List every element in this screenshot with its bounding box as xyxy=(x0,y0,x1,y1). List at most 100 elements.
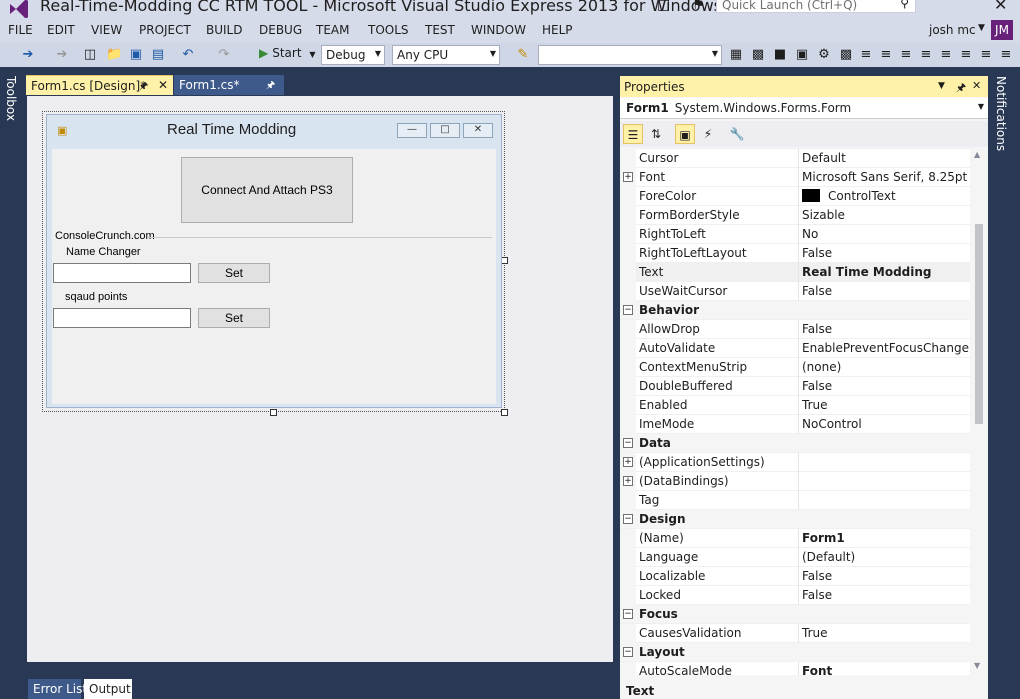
align-middle-icon[interactable]: ≡ xyxy=(938,47,954,62)
collapse-icon[interactable]: − xyxy=(623,609,633,619)
property-row-formborderstyle[interactable]: FormBorderStyle Sizable xyxy=(620,206,970,225)
collapse-icon[interactable]: − xyxy=(623,438,633,448)
property-row-autovalidate[interactable]: AutoValidate EnablePreventFocusChange xyxy=(620,339,970,358)
property-row-doublebuffered[interactable]: DoubleBuffered False xyxy=(620,377,970,396)
resize-handle-bottom[interactable] xyxy=(270,409,277,416)
form-window[interactable]: ▣ Real Time Modding — □ ✕ Connect And At… xyxy=(46,114,502,408)
property-row-name[interactable]: (Name) Form1 xyxy=(620,529,970,548)
tab-form1-code[interactable]: Form1.cs* 🖈 xyxy=(174,75,284,95)
categorized-icon[interactable]: ☰ xyxy=(623,124,643,144)
property-pages-icon[interactable]: 🔧 xyxy=(727,124,747,144)
overflow-icon[interactable]: ≡ xyxy=(998,47,1014,62)
property-row-causesvalidation[interactable]: CausesValidation True xyxy=(620,624,970,643)
property-value[interactable]: Microsoft Sans Serif, 8.25pt xyxy=(802,170,967,184)
menu-debug[interactable]: DEBUG xyxy=(259,23,302,37)
property-value[interactable]: (none) xyxy=(802,360,841,374)
name-set-button[interactable]: Set xyxy=(198,263,270,283)
align-center-icon[interactable]: ≡ xyxy=(878,47,894,62)
undo-icon[interactable]: ↶ xyxy=(180,47,196,62)
property-row-databindings[interactable]: + (DataBindings) xyxy=(620,472,970,491)
property-row-autoscalemode[interactable]: AutoScaleMode Font xyxy=(620,662,970,675)
close-window-icon[interactable]: ✕ xyxy=(994,0,1007,14)
property-value[interactable]: True xyxy=(802,398,828,412)
property-value[interactable]: False xyxy=(802,588,832,602)
menu-edit[interactable]: EDIT xyxy=(47,23,75,37)
layout-icon[interactable]: ▦ xyxy=(728,47,744,62)
tab-output[interactable]: Output xyxy=(84,679,132,699)
property-value[interactable]: No xyxy=(802,227,818,241)
menu-tools[interactable]: TOOLS xyxy=(368,23,409,37)
minimize-icon[interactable]: — xyxy=(397,123,427,138)
redo-icon[interactable]: ↷ xyxy=(216,47,232,62)
find-in-files-icon[interactable]: ✎ xyxy=(515,47,531,62)
scroll-up-icon[interactable]: ▲ xyxy=(974,150,980,159)
menu-project[interactable]: PROJECT xyxy=(139,23,191,37)
align-right-icon[interactable]: ≡ xyxy=(898,47,914,62)
property-value[interactable]: False xyxy=(802,322,832,336)
chevron-down-icon[interactable]: ▼ xyxy=(938,81,945,91)
quick-launch-input[interactable]: Quick Launch (Ctrl+Q) ⚲ xyxy=(716,0,916,13)
property-value[interactable]: False xyxy=(802,379,832,393)
toolbox-tab[interactable]: Toolbox xyxy=(4,76,18,121)
notifications-tab[interactable]: Notifications xyxy=(994,76,1008,151)
menu-team[interactable]: TEAM xyxy=(316,23,349,37)
scrollbar-thumb[interactable] xyxy=(975,224,983,424)
property-value[interactable]: (Default) xyxy=(802,550,855,564)
feedback-icon[interactable]: □ xyxy=(657,0,670,13)
alphabetical-icon[interactable]: ⇅ xyxy=(646,124,666,144)
property-row-imemode[interactable]: ImeMode NoControl xyxy=(620,415,970,434)
property-value[interactable]: Form1 xyxy=(802,531,845,545)
group-icon[interactable]: ▣ xyxy=(794,47,810,62)
property-row-font[interactable]: + Font Microsoft Sans Serif, 8.25pt xyxy=(620,168,970,187)
property-value[interactable]: False xyxy=(802,284,832,298)
property-row-enabled[interactable]: Enabled True xyxy=(620,396,970,415)
expand-icon[interactable]: + xyxy=(623,457,633,467)
property-row-tag[interactable]: Tag xyxy=(620,491,970,510)
size-icon[interactable]: ▩ xyxy=(838,47,854,62)
category-behavior[interactable]: − Behavior xyxy=(620,301,970,320)
align-bottom-icon[interactable]: ≡ xyxy=(958,47,974,62)
property-value[interactable]: NoControl xyxy=(802,417,862,431)
property-value[interactable]: False xyxy=(802,569,832,583)
property-value[interactable]: Default xyxy=(802,151,846,165)
expand-icon[interactable]: + xyxy=(623,476,633,486)
points-input[interactable] xyxy=(53,308,191,328)
tab-order-icon[interactable]: ▩ xyxy=(750,47,766,62)
chevron-down-icon[interactable]: ▼ xyxy=(978,23,985,33)
scroll-down-icon[interactable]: ▼ xyxy=(974,661,980,670)
property-row-righttoleftlayout[interactable]: RightToLeftLayout False xyxy=(620,244,970,263)
save-icon[interactable]: ▣ xyxy=(128,47,144,62)
collapse-icon[interactable]: − xyxy=(623,647,633,657)
user-name[interactable]: josh mc xyxy=(929,23,976,37)
property-row-localizable[interactable]: Localizable False xyxy=(620,567,970,586)
menu-view[interactable]: VIEW xyxy=(91,23,122,37)
settings-icon[interactable]: ⚙ xyxy=(816,47,832,62)
properties-icon[interactable]: ▣ xyxy=(675,124,695,144)
tab-form1-design[interactable]: Form1.cs [Design]* 🖈 ✕ xyxy=(26,75,173,95)
name-input[interactable] xyxy=(53,263,191,283)
resize-handle-right[interactable] xyxy=(501,257,508,264)
align-top-icon[interactable]: ≡ xyxy=(918,47,934,62)
collapse-icon[interactable]: − xyxy=(623,514,633,524)
property-row-cursor[interactable]: Cursor Default xyxy=(620,149,970,168)
designer-surface[interactable]: ▣ Real Time Modding — □ ✕ Connect And At… xyxy=(27,96,613,662)
avatar[interactable]: JM xyxy=(991,20,1013,40)
property-row-language[interactable]: Language (Default) xyxy=(620,548,970,567)
category-layout[interactable]: − Layout xyxy=(620,643,970,662)
resize-handle-corner[interactable] xyxy=(501,409,508,416)
property-grid-scrollbar[interactable]: ▲ ▼ xyxy=(970,148,988,675)
property-value[interactable]: ControlText xyxy=(802,189,896,203)
pin-icon[interactable]: 🖈 xyxy=(266,78,275,95)
platform-select[interactable]: Any CPU ▼ xyxy=(392,45,500,65)
close-icon[interactable]: ✕ xyxy=(972,79,981,92)
config-select[interactable]: Debug ▼ xyxy=(321,45,385,65)
category-design[interactable]: − Design xyxy=(620,510,970,529)
close-icon[interactable]: ✕ xyxy=(158,78,168,92)
property-value[interactable]: False xyxy=(802,246,832,260)
property-value[interactable]: EnablePreventFocusChange xyxy=(802,341,969,355)
property-row-locked[interactable]: Locked False xyxy=(620,586,970,605)
menu-help[interactable]: HELP xyxy=(542,23,573,37)
category-data[interactable]: − Data xyxy=(620,434,970,453)
property-row-forecolor[interactable]: ForeColor ControlText xyxy=(620,187,970,206)
back-icon[interactable]: ➔ xyxy=(20,47,36,62)
